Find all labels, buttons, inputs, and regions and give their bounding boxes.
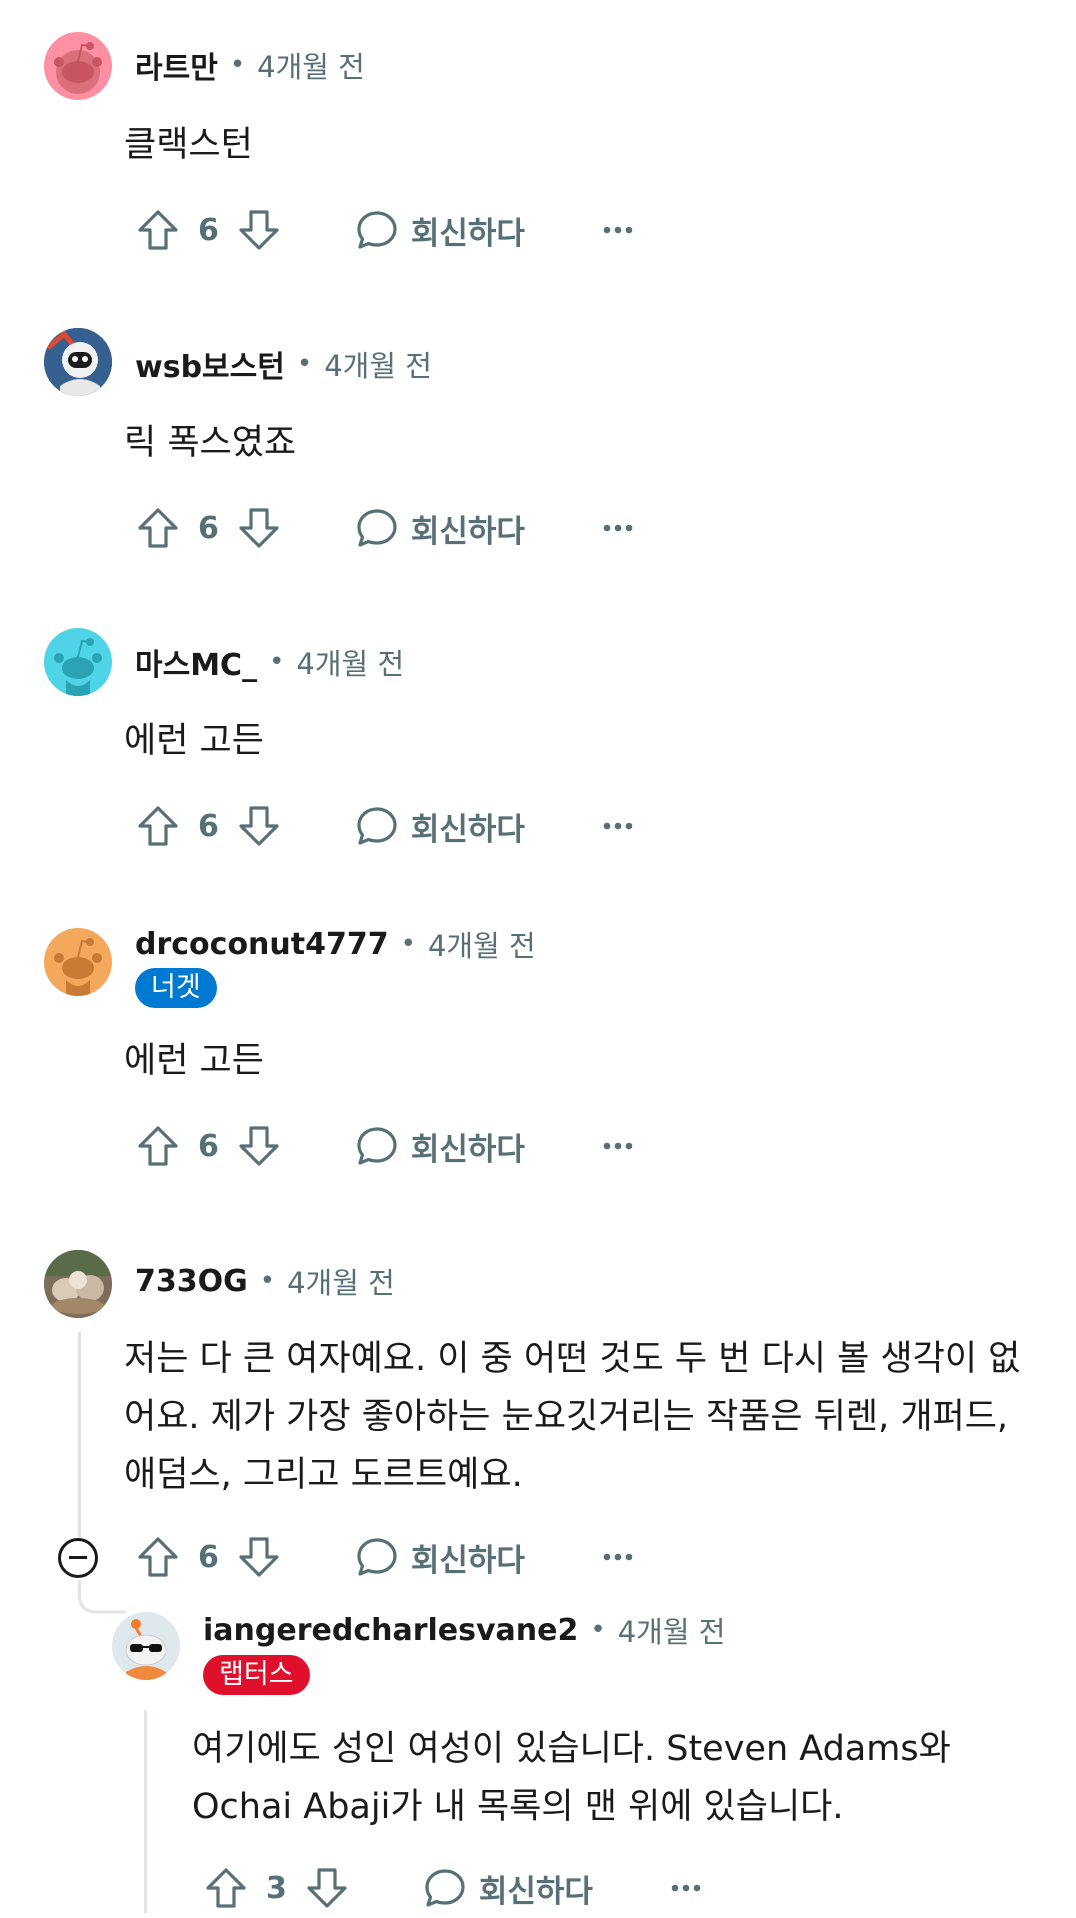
separator-dot: • [590, 1615, 606, 1645]
upvote-icon[interactable] [134, 1122, 182, 1170]
timestamp: 4개월 전 [427, 929, 536, 963]
more-options-icon[interactable] [603, 504, 643, 552]
chat-bubble-icon [357, 211, 397, 249]
reply-label: 회신하다 [410, 811, 525, 848]
upvote-icon[interactable] [134, 504, 182, 552]
timestamp: 4개월 전 [324, 349, 432, 383]
separator-dot: • [296, 349, 313, 379]
reply-button[interactable]: 회신하다 [355, 804, 525, 849]
vote-count: 6 [198, 212, 219, 248]
avatar[interactable] [112, 1612, 180, 1680]
vote-count: 6 [198, 808, 219, 844]
comment-text: 릭 폭스였죠 [124, 423, 297, 463]
more-options-icon[interactable] [603, 206, 643, 254]
action-bar: 6 회신하다 [134, 498, 643, 558]
avatar[interactable] [44, 1250, 112, 1318]
reply-button[interactable]: 회신하다 [355, 1124, 525, 1169]
downvote-icon[interactable] [235, 1533, 283, 1581]
reply-button[interactable]: 회신하다 [423, 1866, 593, 1911]
vote-count: 6 [198, 510, 219, 546]
vote-count: 3 [266, 1870, 287, 1906]
chat-bubble-icon [357, 1538, 397, 1576]
action-bar: 6 회신하다 [134, 796, 643, 856]
collapse-thread-button[interactable] [58, 1538, 98, 1578]
reply-label: 회신하다 [478, 1873, 593, 1910]
action-bar: 6 회신하다 [134, 1116, 643, 1176]
chat-bubble-icon [425, 1869, 465, 1907]
reply-label: 회신하다 [410, 1542, 525, 1579]
comment-text: 저는 다 큰 여자예요. 이 중 어떤 것도 두 번 다시 볼 생각이 없어요.… [124, 1339, 1021, 1495]
snoo-icon [54, 638, 102, 696]
chat-bubble-icon [357, 807, 397, 845]
action-bar: 3 회신하다 [202, 1858, 711, 1918]
minus-icon [69, 1556, 87, 1559]
upvote-icon[interactable] [134, 1533, 182, 1581]
thread-line [78, 1332, 81, 1554]
downvote-icon[interactable] [235, 1122, 283, 1170]
username[interactable]: 733OG [135, 1264, 248, 1299]
separator-dot: • [229, 50, 246, 80]
downvote-icon[interactable] [235, 504, 283, 552]
more-options-icon[interactable] [671, 1864, 711, 1912]
action-bar: 6 회신하다 [134, 200, 643, 260]
timestamp: 4개월 전 [296, 647, 405, 681]
avatar[interactable] [44, 32, 112, 100]
snoo-icon [54, 42, 102, 94]
reply-label: 회신하다 [410, 215, 525, 252]
avatar[interactable] [44, 628, 112, 696]
comment-text: 에런 고든 [124, 721, 264, 761]
more-options-icon[interactable] [603, 1533, 643, 1581]
username[interactable]: iangeredcharlesvane2 [203, 1613, 578, 1648]
comment-text: 에런 고든 [124, 1041, 264, 1081]
more-options-icon[interactable] [603, 802, 643, 850]
separator-dot: • [269, 647, 285, 677]
action-bar: 6 회신하다 [134, 1527, 643, 1587]
reply-button[interactable]: 회신하다 [355, 208, 525, 253]
vote-count: 6 [198, 1128, 219, 1164]
user-flair: 너겟 [135, 968, 217, 1008]
separator-dot: • [259, 1266, 276, 1296]
downvote-icon[interactable] [235, 802, 283, 850]
snoo-icon [54, 938, 102, 996]
username[interactable]: 라트만 [135, 43, 218, 87]
downvote-icon[interactable] [235, 206, 283, 254]
timestamp: 4개월 전 [617, 1615, 726, 1649]
sunglasses-snoo-icon [112, 1612, 180, 1680]
astronaut-icon [44, 328, 112, 396]
more-options-icon[interactable] [603, 1122, 643, 1170]
cats-photo-icon [44, 1250, 112, 1318]
thread-branch [78, 1580, 126, 1614]
reply-label: 회신하다 [410, 1131, 525, 1168]
downvote-icon[interactable] [303, 1864, 351, 1912]
reply-label: 회신하다 [410, 513, 525, 550]
reply-thread-line [144, 1710, 147, 1913]
chat-bubble-icon [357, 1127, 397, 1165]
upvote-icon[interactable] [134, 802, 182, 850]
comment-text: 클랙스턴 [124, 125, 253, 165]
timestamp: 4개월 전 [257, 50, 365, 84]
username[interactable]: drcoconut4777 [135, 927, 389, 962]
upvote-icon[interactable] [202, 1864, 250, 1912]
user-flair: 랩터스 [203, 1655, 310, 1695]
reply-button[interactable]: 회신하다 [355, 506, 525, 551]
username[interactable]: wsb보스턴 [135, 342, 285, 386]
vote-count: 6 [198, 1539, 219, 1575]
username[interactable]: 마스MC_ [135, 640, 257, 684]
timestamp: 4개월 전 [287, 1266, 395, 1300]
chat-bubble-icon [357, 509, 397, 547]
comment-text: 여기에도 성인 여성이 있습니다. Steven Adams와 Ochai Ab… [192, 1729, 951, 1827]
separator-dot: • [400, 929, 416, 959]
upvote-icon[interactable] [134, 206, 182, 254]
avatar[interactable] [44, 928, 112, 996]
reply-button[interactable]: 회신하다 [355, 1535, 525, 1580]
avatar[interactable] [44, 328, 112, 396]
